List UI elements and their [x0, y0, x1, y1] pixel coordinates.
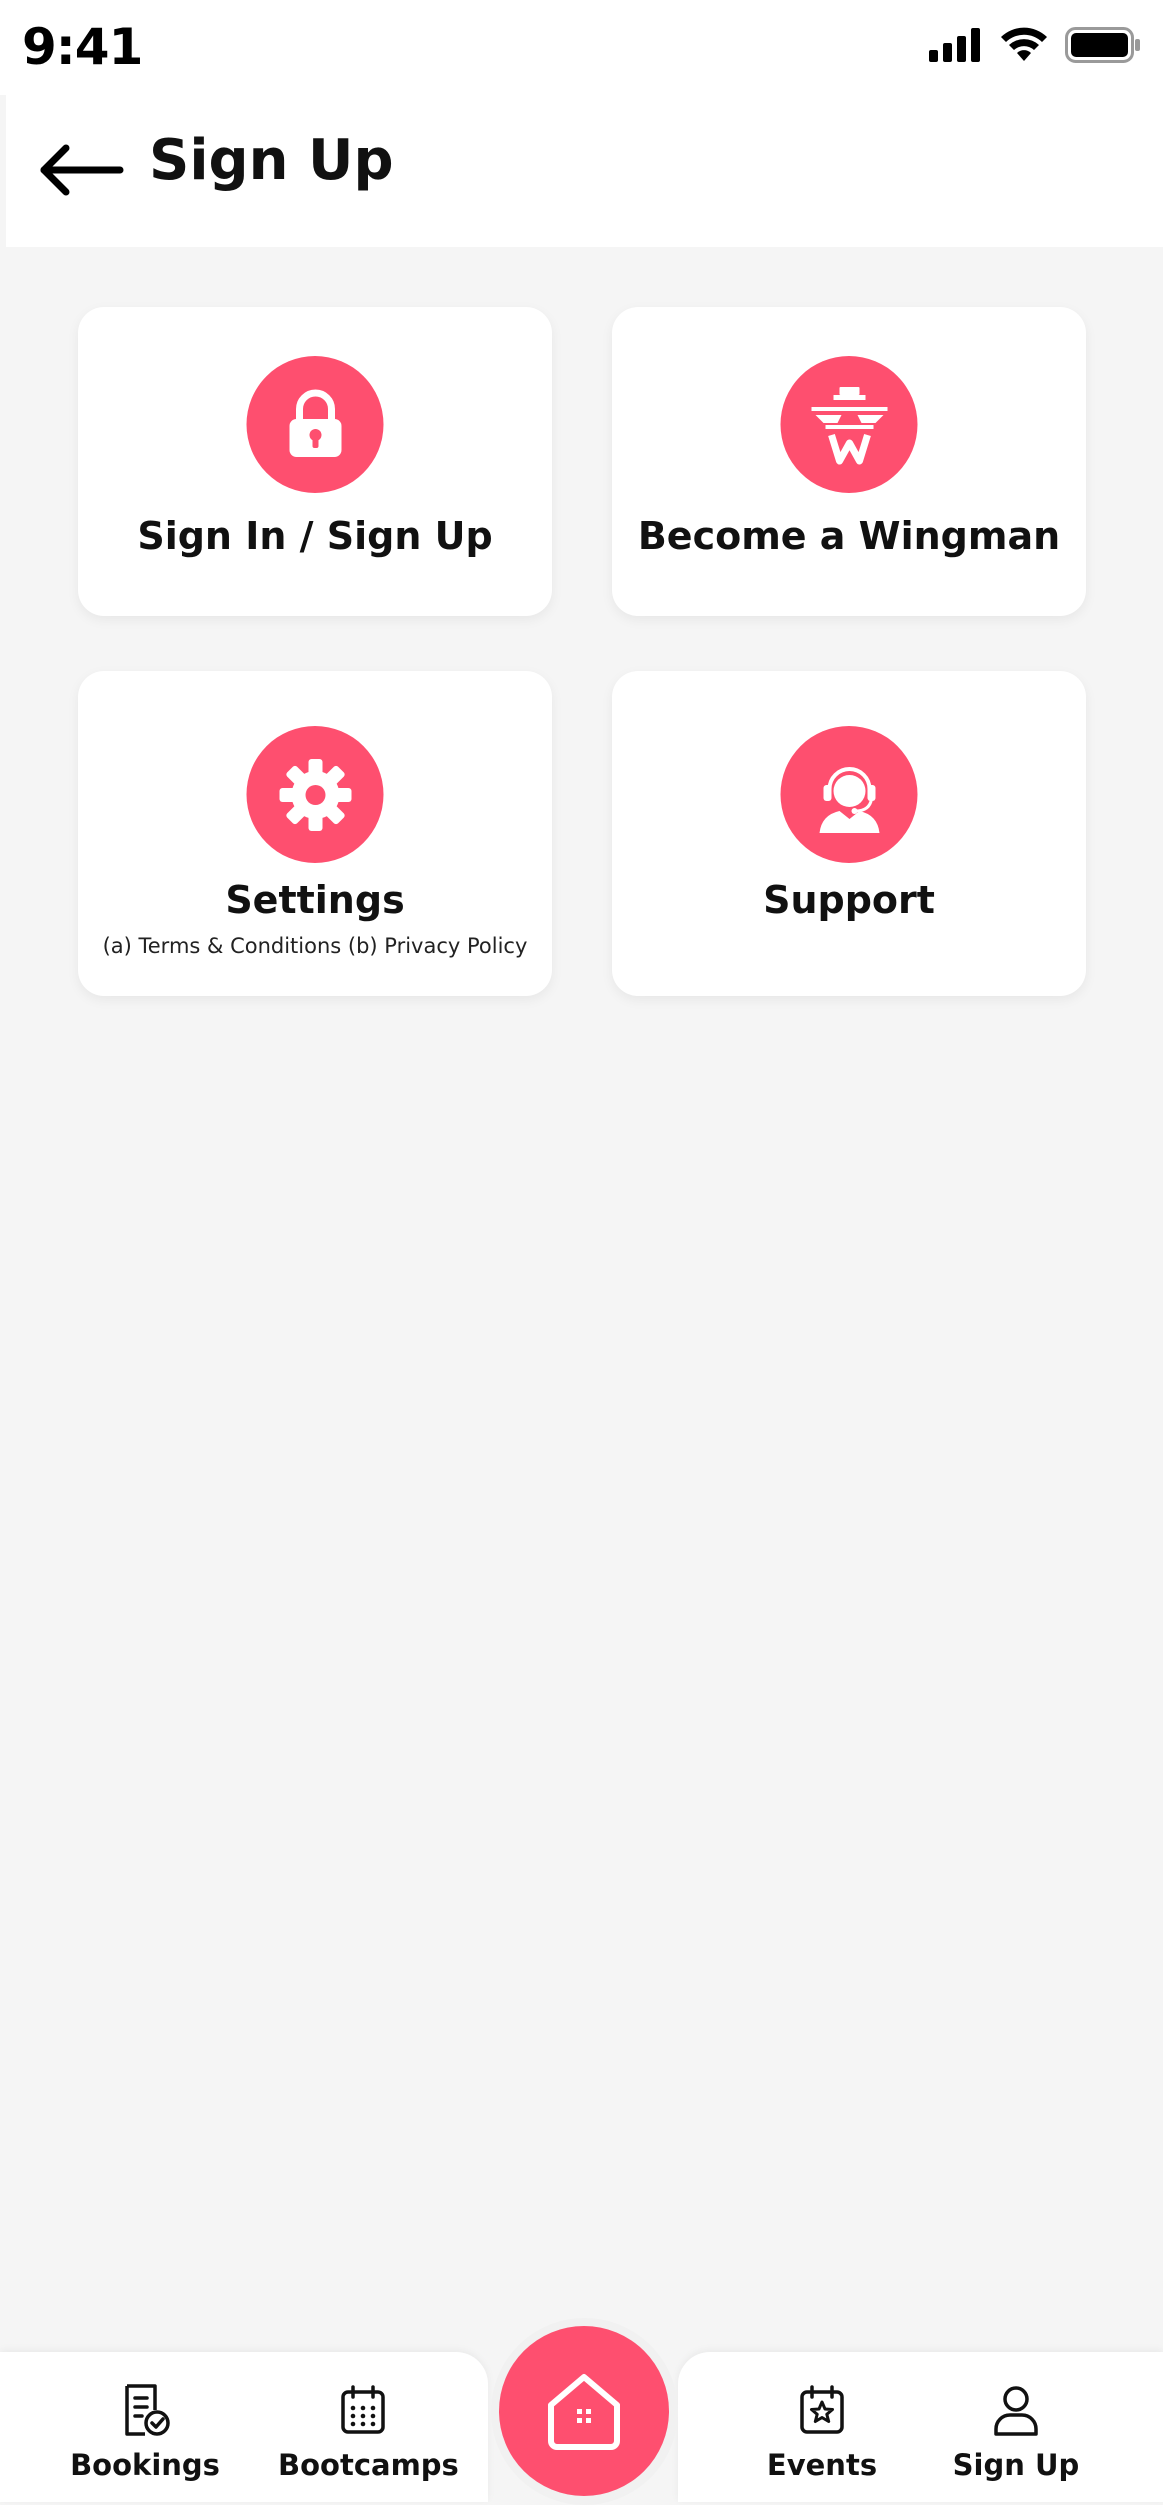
home-icon — [548, 2374, 620, 2450]
card-label: Become a Wingman — [637, 514, 1061, 558]
nav-label: Bookings — [70, 2448, 220, 2482]
headset-agent-icon — [780, 726, 918, 863]
signal-icon — [929, 28, 980, 62]
sign-in-sign-up-card[interactable]: Sign In / Sign Up — [78, 307, 552, 616]
card-label: Settings — [225, 878, 405, 922]
wifi-icon — [1001, 27, 1047, 61]
bookings-icon — [125, 2384, 170, 2436]
nav-item-sign-up[interactable]: Sign Up — [931, 2382, 1101, 2497]
page-title: Sign Up — [149, 128, 394, 193]
support-card[interactable]: Support — [612, 671, 1086, 996]
status-time: 9:41 — [22, 18, 143, 76]
nav-item-events[interactable]: Events — [737, 2382, 907, 2497]
nav-item-bookings[interactable]: Bookings — [60, 2382, 230, 2497]
nav-item-bootcamps[interactable]: Bootcamps — [278, 2382, 459, 2497]
bottom-nav: Bookings Bootcamps Events Sign Up — [0, 2318, 1163, 2505]
user-icon — [994, 2386, 1038, 2436]
status-bar: 9:41 — [0, 0, 1163, 95]
battery-icon — [1065, 27, 1140, 63]
events-star-icon — [800, 2385, 844, 2434]
status-icons — [929, 25, 1141, 65]
nav-label: Sign Up — [952, 2448, 1080, 2482]
arrow-left-icon — [40, 144, 124, 196]
card-sublabel: (a) Terms & Conditions (b) Privacy Polic… — [102, 934, 528, 958]
wingman-logo-icon — [780, 356, 918, 493]
lock-icon — [246, 356, 384, 493]
become-wingman-card[interactable]: Become a Wingman — [612, 307, 1086, 616]
settings-card[interactable]: Settings (a) Terms & Conditions (b) Priv… — [78, 671, 552, 996]
card-label: Sign In / Sign Up — [137, 514, 493, 558]
header: Sign Up — [6, 95, 1163, 247]
nav-label: Bootcamps — [278, 2448, 459, 2482]
nav-label: Events — [766, 2448, 878, 2482]
gear-icon — [246, 726, 384, 863]
back-button[interactable] — [36, 135, 126, 205]
card-label: Support — [763, 878, 935, 922]
calendar-icon — [341, 2385, 385, 2434]
home-button[interactable] — [499, 2326, 669, 2496]
